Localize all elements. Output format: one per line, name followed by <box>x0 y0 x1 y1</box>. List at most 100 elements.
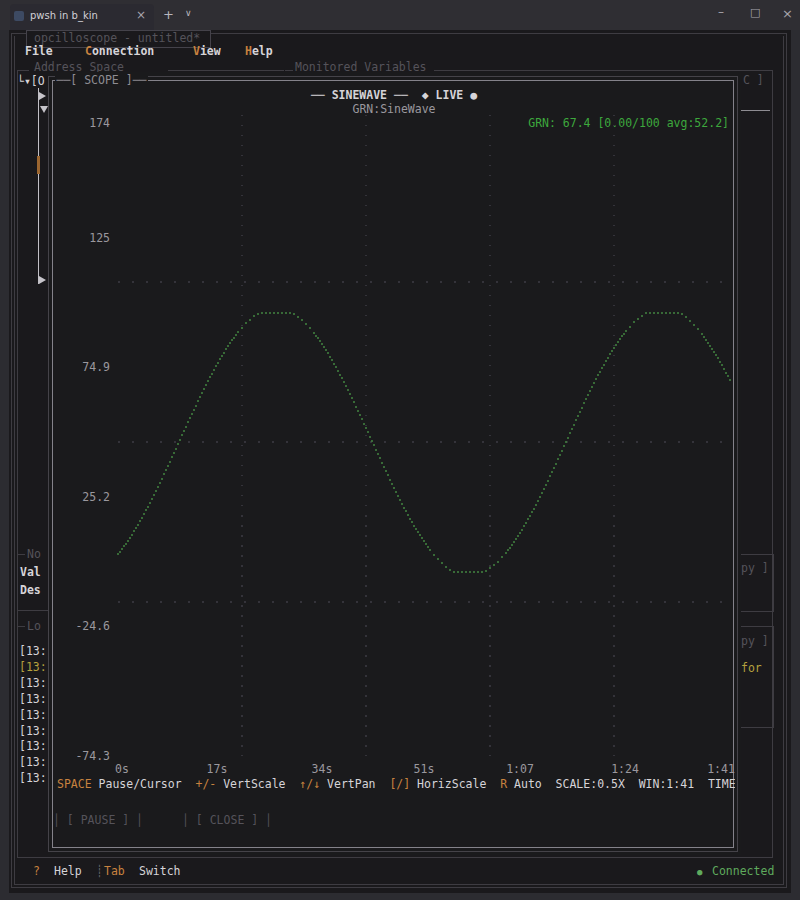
sine-dot <box>217 362 219 364</box>
sine-dot <box>587 394 589 396</box>
y-axis-label: 74.9 <box>53 360 110 374</box>
sine-dot <box>623 333 625 335</box>
sine-dot <box>591 386 593 388</box>
sine-dot <box>523 525 525 527</box>
sine-dot <box>597 374 599 376</box>
menu-file[interactable]: File <box>25 44 53 58</box>
sine-dot <box>317 337 319 339</box>
control-label: Pause/Cursor <box>92 777 196 791</box>
statusbar-switch-label[interactable]: Switch <box>139 864 181 878</box>
sine-dot <box>563 445 565 447</box>
x-axis-label: 0s <box>115 762 129 776</box>
tab-dropdown-icon[interactable]: ∨ <box>185 8 192 18</box>
menu-help[interactable]: Help <box>245 44 273 58</box>
copy-button-2[interactable]: py ] <box>741 634 769 648</box>
sine-dot <box>249 319 251 321</box>
tree-scrollbar-thumb[interactable] <box>37 156 40 174</box>
sine-dot <box>539 496 541 498</box>
node-panel-title: No <box>27 547 41 561</box>
sine-dot <box>521 529 523 531</box>
sine-dot <box>707 342 709 344</box>
close-button[interactable]: × <box>782 6 793 21</box>
tui-border-left-inner <box>14 36 15 885</box>
window-frame-left <box>0 30 9 900</box>
sine-dot <box>571 428 573 430</box>
sine-dot <box>143 513 145 515</box>
control-key: [/] <box>389 777 410 791</box>
x-axis-label: 1:07 <box>506 762 534 776</box>
connected-dot-icon: ● <box>697 865 702 879</box>
menu-view[interactable]: View <box>193 44 221 58</box>
sine-dot <box>649 312 651 314</box>
sine-dot <box>391 483 393 485</box>
sine-dot <box>513 541 515 543</box>
scope-status-items: SCALE:0.5X WIN:1:41 TIME: <box>556 777 735 791</box>
sine-dot <box>419 534 421 536</box>
control-label: Auto <box>507 777 555 791</box>
sine-dot <box>383 466 385 468</box>
sine-dot <box>175 448 177 450</box>
sine-dot <box>123 545 125 547</box>
menu-help-rest: elp <box>252 44 273 58</box>
pause-button[interactable]: │ [ PAUSE ] │ <box>53 813 143 827</box>
sine-dot <box>441 562 443 564</box>
sine-dot <box>335 366 337 368</box>
sine-dot <box>147 506 149 508</box>
sine-dot <box>351 397 353 399</box>
tree-collapse-icon[interactable] <box>40 106 48 113</box>
sine-dot <box>289 312 291 314</box>
copy-button-1[interactable]: py ] <box>741 561 769 575</box>
sine-dot <box>615 344 617 346</box>
sine-dot <box>405 510 407 512</box>
close-scope-button[interactable]: │ [ CLOSE ] │ <box>182 813 272 827</box>
x-axis-label: 1:24 <box>611 762 639 776</box>
statusbar-tab-key[interactable]: Tab <box>104 864 125 878</box>
sine-dot <box>127 540 129 542</box>
new-tab-button[interactable]: + <box>163 7 174 22</box>
sine-dot <box>505 552 507 554</box>
sine-dot <box>541 492 543 494</box>
sine-dot <box>181 434 183 436</box>
sine-dot <box>153 494 155 496</box>
sine-dot <box>641 315 643 317</box>
address-space-line-left <box>17 70 29 71</box>
menu-connection-rest: onnection <box>92 44 154 58</box>
sine-dot <box>167 465 169 467</box>
c-button[interactable]: C ] <box>743 73 764 87</box>
sine-dot <box>549 475 551 477</box>
sine-dot <box>711 348 713 350</box>
sine-dot <box>159 482 161 484</box>
sine-dot <box>201 392 203 394</box>
sine-dot <box>433 554 435 556</box>
sine-dot <box>709 345 711 347</box>
x-axis-label: 34s <box>312 762 333 776</box>
sine-dot <box>531 511 533 513</box>
tree-root[interactable]: └▾[O <box>17 74 45 88</box>
minimize-button[interactable]: – <box>718 5 724 19</box>
control-key: +/- <box>195 777 216 791</box>
sine-dot <box>179 439 181 441</box>
sine-dot <box>403 507 405 509</box>
sine-dot <box>713 351 715 353</box>
statusbar-help-label[interactable]: Help <box>54 864 82 878</box>
sine-dot <box>555 463 557 465</box>
tab-close-icon[interactable]: × <box>136 8 146 22</box>
tree-expand-icon-2[interactable] <box>39 276 46 284</box>
sine-dot <box>169 461 171 463</box>
sine-dot <box>195 405 197 407</box>
control-key: ↑/↓ <box>299 777 320 791</box>
sine-dot <box>717 357 719 359</box>
maximize-button[interactable]: □ <box>750 6 760 19</box>
window-frame-right <box>791 30 800 900</box>
sine-dot <box>415 528 417 530</box>
sine-dot <box>225 348 227 350</box>
sine-dot <box>723 368 725 370</box>
statusbar-help-key[interactable]: ? <box>33 864 40 878</box>
sine-dot <box>203 388 205 390</box>
sine-dot <box>515 538 517 540</box>
menu-connection[interactable]: Connection <box>85 44 154 58</box>
tree-expand-icon[interactable] <box>39 92 46 100</box>
sine-dot <box>119 551 121 553</box>
sine-dot <box>507 549 509 551</box>
sine-dot <box>135 527 137 529</box>
